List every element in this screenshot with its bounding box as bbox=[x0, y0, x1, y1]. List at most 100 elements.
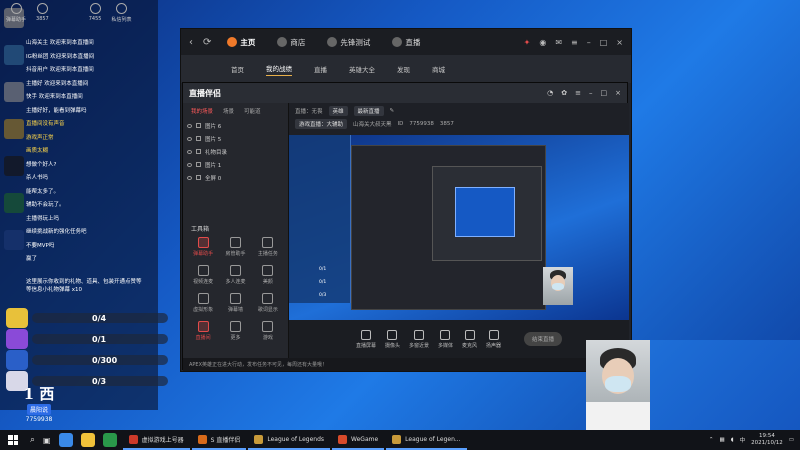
preview-chat: 0/1 0/1 0/3 bbox=[289, 135, 351, 303]
subnav-record[interactable]: 我的战绩 bbox=[266, 63, 292, 76]
stream-category[interactable]: 最新直播 bbox=[353, 106, 384, 116]
chat-tab-messages[interactable]: 私信列表 bbox=[111, 3, 132, 23]
refresh-icon[interactable]: ⟳ bbox=[203, 37, 211, 48]
skin-icon[interactable]: ✿ bbox=[561, 89, 567, 97]
taskbar-task[interactable]: League of Legen... bbox=[386, 430, 467, 450]
tab-extra[interactable]: 可能道 bbox=[244, 107, 261, 115]
mic-button[interactable]: 麦克风 bbox=[462, 329, 477, 349]
notify-icon[interactable]: ◔ bbox=[547, 89, 553, 97]
tray-chevron-icon[interactable]: ⌃ bbox=[709, 437, 714, 443]
eye-icon[interactable] bbox=[187, 149, 192, 154]
chat-message: 继续挑战新的强化任务吧 bbox=[26, 229, 87, 235]
maximize-icon[interactable]: □ bbox=[601, 89, 608, 97]
edge-icon[interactable] bbox=[58, 433, 73, 447]
stream-title-value[interactable]: 英雄 bbox=[328, 106, 348, 116]
mail-icon[interactable]: ✉ bbox=[555, 38, 562, 47]
chat-message: 直播间没有声音 bbox=[26, 121, 65, 127]
network-icon[interactable]: ▦ bbox=[719, 437, 724, 443]
subnav-heroes[interactable]: 英雄大全 bbox=[349, 64, 375, 74]
minimize-icon[interactable]: – bbox=[587, 38, 591, 47]
subnav-live[interactable]: 直播 bbox=[314, 64, 327, 74]
tab-my-scenes[interactable]: 我的场景 bbox=[191, 107, 213, 115]
volume-icon[interactable]: ◖ bbox=[731, 437, 734, 443]
back-icon[interactable]: ‹ bbox=[189, 37, 193, 48]
tab-live[interactable]: 直播 bbox=[386, 37, 426, 48]
tool-admin[interactable]: 房管助手 bbox=[219, 237, 251, 257]
end-live-button[interactable]: 结束直播 bbox=[524, 332, 563, 346]
start-button[interactable] bbox=[0, 430, 26, 450]
tool-game[interactable]: 游戏 bbox=[252, 321, 284, 341]
clock[interactable]: 19:54 2021/10/12 bbox=[751, 433, 783, 447]
camera-icon bbox=[387, 329, 398, 340]
ime-icon[interactable]: 中 bbox=[740, 436, 746, 444]
close-icon[interactable]: × bbox=[615, 89, 621, 97]
speaker-button[interactable]: 扬声器 bbox=[486, 329, 501, 349]
tool-lyrics[interactable]: 歌词显示 bbox=[252, 293, 284, 313]
tool-multi-link[interactable]: 多人连麦 bbox=[219, 265, 251, 285]
scene-item[interactable]: 图片 5 bbox=[183, 132, 288, 145]
chat-tab-viewers[interactable]: 3857 bbox=[36, 3, 49, 22]
media-button[interactable]: 多媒体 bbox=[438, 329, 453, 349]
user-icon[interactable]: ◉ bbox=[539, 38, 546, 47]
tool-more[interactable]: 更多 bbox=[219, 321, 251, 341]
tab-store[interactable]: 商店 bbox=[271, 37, 311, 48]
taskbar-task[interactable]: WeGame bbox=[332, 430, 385, 450]
chat-tab-fans[interactable]: 7455 bbox=[89, 3, 101, 22]
chat-tab-barrage[interactable]: 弹幕助手 bbox=[6, 3, 26, 23]
maximize-icon[interactable]: □ bbox=[600, 38, 608, 47]
lock-icon[interactable] bbox=[196, 162, 201, 167]
scene-item[interactable]: 全屏 0 bbox=[183, 171, 288, 184]
camera-button[interactable]: 摄像头 bbox=[385, 329, 400, 349]
taskbar-task[interactable]: League of Legends bbox=[248, 430, 331, 450]
tab-scenes[interactable]: 场景 bbox=[223, 107, 234, 115]
chat-message: 游戏声正常 bbox=[26, 134, 54, 141]
taskbar-task[interactable]: 虚拟游戏上号器 bbox=[122, 430, 190, 450]
chrome-icon[interactable] bbox=[102, 433, 117, 447]
scene-item[interactable]: 图片 1 bbox=[183, 158, 288, 171]
tool-video-link[interactable]: 视频连麦 bbox=[187, 265, 219, 285]
lock-icon[interactable] bbox=[196, 123, 201, 128]
room-id: 7759938 bbox=[409, 121, 434, 127]
barrage-icon bbox=[197, 237, 209, 248]
tab-home[interactable]: 主页 bbox=[221, 37, 261, 48]
search-icon[interactable]: ⌕ bbox=[30, 435, 35, 445]
gift-icon[interactable]: ✦ bbox=[524, 38, 531, 47]
task-view-icon[interactable]: ▣ bbox=[43, 436, 51, 445]
subnav-shop[interactable]: 商城 bbox=[432, 64, 445, 74]
tool-beauty[interactable]: 美颜 bbox=[252, 265, 284, 285]
taskbar-task[interactable]: S 直播伴侣 bbox=[191, 430, 247, 450]
wall-icon bbox=[229, 293, 241, 304]
subnav-discover[interactable]: 发现 bbox=[397, 64, 410, 74]
stream-preview: 0/1 0/1 0/3 bbox=[289, 135, 629, 320]
eye-icon[interactable] bbox=[187, 162, 192, 167]
eye-icon[interactable] bbox=[187, 175, 192, 180]
multiwindow-button[interactable]: 多窗近景 bbox=[409, 329, 429, 349]
chat-message: IG粉丝团 欢迎来到本直播间 bbox=[26, 53, 95, 60]
explorer-icon[interactable] bbox=[80, 433, 95, 447]
scene-item[interactable]: 图片 6 bbox=[183, 119, 288, 132]
tool-room[interactable]: 直播间 bbox=[187, 321, 219, 341]
scene-item[interactable]: 礼物目录 bbox=[183, 145, 288, 158]
menu-icon[interactable]: ≡ bbox=[571, 38, 578, 47]
tab-pioneer[interactable]: 先锋测试 bbox=[321, 37, 376, 48]
edit-icon[interactable]: ✎ bbox=[390, 108, 395, 114]
lock-icon[interactable] bbox=[196, 136, 201, 141]
lock-icon[interactable] bbox=[196, 149, 201, 154]
screen-capture-button[interactable]: 直播屏幕 bbox=[356, 329, 376, 349]
chat-message: 山海关主 欢迎来到本直播间 bbox=[26, 40, 94, 46]
live-type[interactable]: 游戏直播：大辅助 bbox=[295, 119, 348, 129]
menu-icon[interactable]: ≡ bbox=[575, 89, 581, 97]
notification-icon[interactable]: ▭ bbox=[789, 437, 794, 443]
tool-avatar[interactable]: 虚拟形象 bbox=[187, 293, 219, 313]
stream-title-label: 直播：无畏 bbox=[295, 109, 323, 115]
eye-icon[interactable] bbox=[187, 136, 192, 141]
minimize-icon[interactable]: – bbox=[589, 89, 593, 97]
close-icon[interactable]: × bbox=[616, 38, 623, 47]
tool-task[interactable]: 主播任务 bbox=[252, 237, 284, 257]
eye-icon[interactable] bbox=[187, 123, 192, 128]
tool-barrage[interactable]: 弹幕助手 bbox=[187, 237, 219, 257]
chat-header: 弹幕助手 3857 7455 私信列表 bbox=[0, 0, 158, 34]
tool-barrage-wall[interactable]: 弹幕墙 bbox=[219, 293, 251, 313]
lock-icon[interactable] bbox=[196, 175, 201, 180]
subnav-home[interactable]: 首页 bbox=[231, 64, 244, 74]
